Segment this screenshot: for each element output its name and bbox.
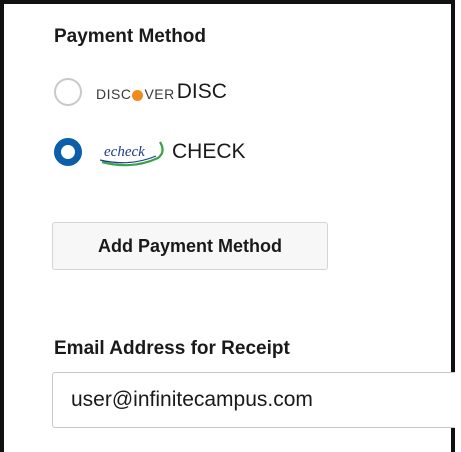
echeck-radio[interactable] bbox=[54, 138, 82, 166]
email-receipt-input[interactable] bbox=[52, 372, 455, 428]
add-payment-method-button[interactable]: Add Payment Method bbox=[52, 222, 328, 270]
payment-option-echeck[interactable]: echeck CHECK bbox=[54, 134, 246, 170]
echeck-label: CHECK bbox=[172, 140, 246, 163]
discover-radio[interactable] bbox=[54, 78, 82, 106]
echeck-logo-icon: echeck bbox=[96, 134, 170, 170]
discover-logo-icon: DISC VER bbox=[96, 86, 175, 102]
discover-orange-dot bbox=[132, 89, 144, 101]
email-receipt-label: Email Address for Receipt bbox=[54, 338, 290, 359]
discover-label: DISC bbox=[176, 80, 227, 103]
payment-option-discover[interactable]: DISC VER DISC bbox=[54, 74, 227, 110]
payment-method-heading: Payment Method bbox=[54, 26, 207, 47]
payment-panel: Payment Method DISC VER DISC echeck CHECK… bbox=[0, 0, 455, 452]
